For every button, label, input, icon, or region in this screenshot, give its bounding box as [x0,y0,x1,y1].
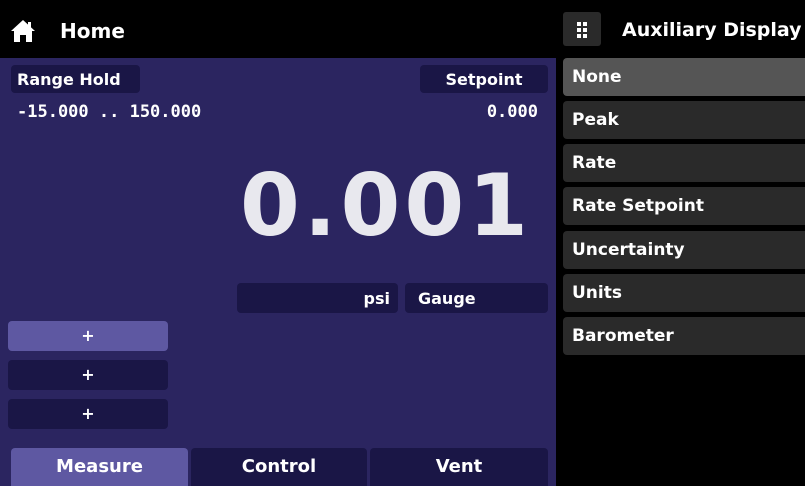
aux-option-rate[interactable]: Rate [563,144,805,182]
unit-button[interactable]: psi [237,283,398,313]
page-title: Home [60,19,125,43]
mode-button[interactable]: Gauge [405,283,548,313]
aux-option-units[interactable]: Units [563,274,805,312]
top-bar: Home Auxiliary Display [0,0,805,58]
aux-display-title: Auxiliary Display [622,19,802,41]
measurement-panel: Range Hold Setpoint -15.000 .. 150.000 0… [0,58,556,486]
aux-option-uncertainty[interactable]: Uncertainty [563,231,805,269]
quick-button-2[interactable]: + [8,360,168,390]
aux-option-rate-setpoint[interactable]: Rate Setpoint [563,187,805,225]
tab-vent[interactable]: Vent [370,448,548,486]
tab-control[interactable]: Control [191,448,367,486]
quick-button-1[interactable]: + [8,321,168,351]
setpoint-value: 0.000 [486,102,538,122]
quick-button-3[interactable]: + [8,399,168,429]
aux-option-barometer[interactable]: Barometer [563,317,805,355]
aux-option-peak[interactable]: Peak [563,101,805,139]
pressure-reading: 0.001 [239,156,532,256]
aux-display-menu: None Peak Rate Rate Setpoint Uncertainty… [556,58,805,486]
range-value: -15.000 .. 150.000 [17,102,202,122]
tab-measure[interactable]: Measure [11,448,188,486]
aux-option-none[interactable]: None [563,58,805,96]
home-icon[interactable] [10,19,36,43]
range-hold-button[interactable]: Range Hold [11,65,140,93]
grid-menu-icon[interactable] [563,12,601,46]
setpoint-button[interactable]: Setpoint [420,65,548,93]
